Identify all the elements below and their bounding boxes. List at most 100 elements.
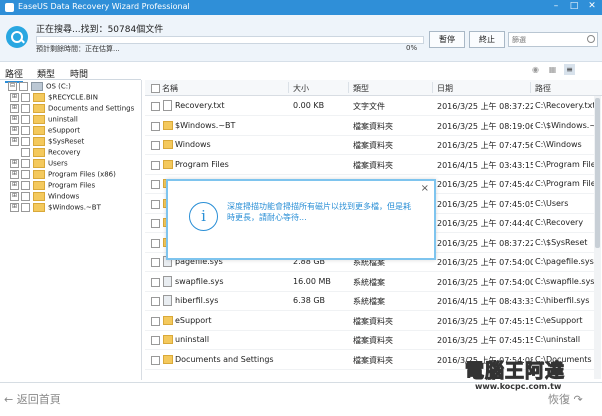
expand-toggle-icon[interactable]: ⊞ [10, 104, 19, 113]
tree-item[interactable]: ⊞ Program Files [10, 181, 95, 192]
tree-checkbox[interactable] [21, 170, 30, 179]
tree-checkbox[interactable] [21, 104, 30, 113]
tree-checkbox[interactable] [21, 192, 30, 201]
dialog-close-button[interactable]: × [421, 183, 429, 194]
expand-toggle-icon[interactable]: ⊞ [10, 159, 19, 168]
column-date[interactable]: 日期 [437, 83, 453, 94]
row-checkbox[interactable] [151, 141, 160, 150]
row-checkbox[interactable] [151, 277, 160, 287]
expand-toggle-icon[interactable]: ⊞ [10, 137, 19, 146]
expand-toggle-icon[interactable]: ⊞ [10, 192, 19, 201]
table-row[interactable]: $Windows.~BT 檔案資料夾 2016/3/25 上午 08:19:06 C:… [145, 116, 594, 136]
tree-checkbox[interactable] [19, 82, 28, 91]
folder-icon [163, 335, 173, 344]
tree-item[interactable]: Recovery [10, 148, 80, 159]
table-row[interactable]: Windows 檔案資料夾 2016/3/25 上午 07:47:56 C:\Wind… [145, 135, 594, 155]
column-name[interactable]: 名稱 [162, 83, 178, 94]
row-checkbox[interactable] [151, 336, 160, 345]
folder-icon [33, 104, 45, 113]
cell-path: C:\$Windows.~BT [535, 120, 594, 130]
column-path[interactable]: 路徑 [535, 83, 551, 94]
row-checkbox[interactable] [151, 238, 160, 248]
tree-item-label: Documents and Settings [48, 104, 135, 113]
row-checkbox[interactable] [151, 316, 160, 326]
row-checkbox[interactable] [151, 121, 160, 131]
eye-icon[interactable]: ◉ [530, 64, 541, 75]
cell-date: 2016/3/25 上午 07:54:00 [437, 277, 533, 287]
tree-checkbox[interactable] [21, 115, 30, 124]
tree-item[interactable]: ⊞ Program Files (x86) [10, 170, 116, 181]
expand-toggle-icon[interactable]: ⊞ [10, 115, 19, 124]
tab-time[interactable]: 時間 [70, 67, 88, 80]
tree-checkbox[interactable] [21, 203, 30, 212]
tree-item[interactable]: ⊞ $RECYCLE.BIN [10, 93, 98, 104]
table-row[interactable]: uninstall 檔案資料夾 2016/3/25 上午 07:45:15 C:\un… [145, 330, 594, 350]
tree-checkbox[interactable] [21, 93, 30, 102]
row-checkbox[interactable] [151, 102, 160, 111]
tree-item[interactable]: ⊞ eSupport [10, 126, 80, 137]
search-icon[interactable] [587, 35, 595, 43]
expand-toggle-icon[interactable]: ⊞ [10, 181, 19, 190]
tree-item[interactable]: ⊞ Users [10, 159, 68, 170]
maximize-button[interactable]: □ [568, 1, 580, 11]
tree-checkbox[interactable] [21, 137, 30, 146]
column-type[interactable]: 類型 [353, 83, 369, 94]
select-all-checkbox[interactable] [151, 84, 160, 93]
file-icon [163, 100, 172, 111]
row-checkbox[interactable] [151, 297, 160, 306]
cell-date: 2016/3/25 上午 07:45:15 [437, 336, 533, 345]
tree-checkbox[interactable] [21, 181, 30, 190]
cell-name: Recovery.txt [175, 101, 225, 110]
back-home-button[interactable]: ← 返回首頁 [4, 391, 61, 407]
table-row[interactable]: swapfile.sys 16.00 MB 系統檔案 2016/3/25 上午 07:… [145, 272, 594, 292]
row-checkbox[interactable] [151, 160, 160, 170]
tree-checkbox[interactable] [21, 159, 30, 168]
expand-toggle-icon[interactable]: ⊞ [10, 93, 19, 102]
cell-path: C:\Recovery.txt [535, 101, 594, 110]
window-title: EaseUS Data Recovery Wizard Professional [18, 2, 190, 11]
file-icon [163, 275, 172, 287]
table-row[interactable]: Program Files 檔案資料夾 2016/4/15 上午 03:43:15 C… [145, 155, 594, 175]
scan-header: 正在搜尋...找到：50784個文件 預計剩餘時間：正在估算... 0% 暫停 … [0, 15, 602, 62]
minimize-button[interactable]: – [550, 1, 562, 11]
vertical-scrollbar[interactable] [594, 96, 601, 379]
filter-input[interactable] [509, 33, 591, 46]
tab-type[interactable]: 類型 [37, 67, 55, 80]
tree-checkbox[interactable] [21, 126, 30, 135]
expand-toggle-icon[interactable]: ⊞ [10, 170, 19, 179]
expand-toggle-icon[interactable]: ⊞ [10, 126, 19, 135]
folder-icon [163, 354, 173, 364]
app-icon [5, 3, 14, 12]
cell-type: 檔案資料夾 [353, 355, 393, 365]
cell-date: 2016/3/25 上午 08:19:06 [437, 121, 533, 131]
folder-icon [33, 137, 45, 146]
table-row[interactable]: hiberfil.sys 6.38 GB 系統檔案 2016/4/15 上午 08:4… [145, 291, 594, 311]
cell-date: 2016/3/25 上午 07:45:05 [437, 199, 533, 209]
cell-date: 2016/3/25 上午 07:44:40 [437, 219, 533, 228]
close-window-button[interactable]: ✕ [586, 1, 598, 11]
tree-item[interactable]: ⊞ Documents and Settings [10, 104, 134, 115]
expand-toggle-icon[interactable]: ⊞ [10, 203, 19, 212]
list-view-icon[interactable]: ≡ [564, 64, 575, 75]
row-checkbox[interactable] [151, 355, 160, 365]
expand-toggle-icon[interactable]: ⊟ [8, 82, 17, 91]
row-checkbox[interactable] [151, 180, 160, 189]
time-remaining: 預計剩餘時間：正在估算... [36, 45, 120, 53]
cell-type: 系統檔案 [353, 277, 385, 287]
tree-item[interactable]: ⊞ Windows [10, 192, 79, 203]
row-checkbox[interactable] [151, 258, 160, 267]
table-row[interactable]: Recovery.txt 0.00 KB 文字文件 2016/3/25 上午 08:3… [145, 96, 594, 116]
thumbnail-view-icon[interactable]: ▦ [547, 64, 558, 75]
tree-item[interactable]: ⊟ OS (C:) [8, 82, 71, 93]
row-checkbox[interactable] [151, 219, 160, 228]
tree-checkbox[interactable] [21, 148, 30, 157]
table-row[interactable]: eSupport 檔案資料夾 2016/3/25 上午 07:45:15 C:\eSu… [145, 311, 594, 331]
tree-item[interactable]: ⊞ $Windows.~BT [10, 203, 101, 214]
row-checkbox[interactable] [151, 199, 160, 209]
tree-item[interactable]: ⊞ $SysReset [10, 137, 84, 148]
stop-button[interactable]: 終止 [469, 31, 505, 48]
column-size[interactable]: 大小 [293, 83, 309, 94]
tree-item[interactable]: ⊞ uninstall [10, 115, 78, 126]
back-home-label: 返回首頁 [16, 393, 61, 406]
pause-button[interactable]: 暫停 [429, 31, 465, 48]
